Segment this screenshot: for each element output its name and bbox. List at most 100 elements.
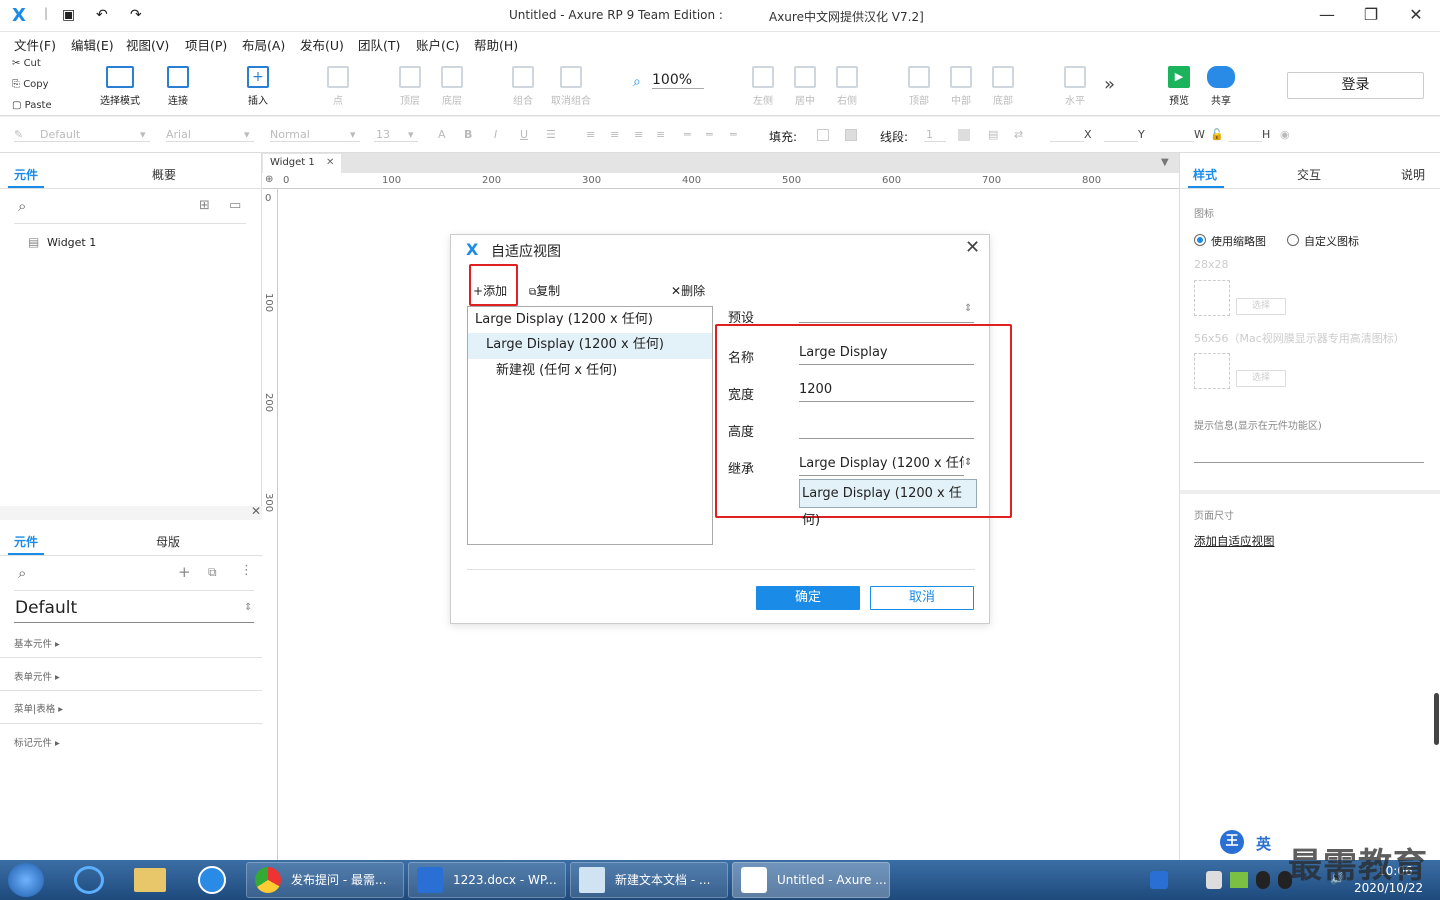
doc-tab-widget1[interactable]: Widget 1 ✕ (263, 154, 341, 173)
fill-gradient-swatch[interactable] (845, 129, 857, 141)
tray-app-icon[interactable] (1150, 871, 1168, 889)
valign-bottom-icon[interactable]: ═ (730, 128, 737, 141)
list-item[interactable]: 新建视 (任何 x 任何) (468, 359, 712, 385)
tab-widgets[interactable]: 元件 (14, 166, 38, 183)
close-tab-icon[interactable]: ✕ (326, 157, 334, 168)
section-menus-tables[interactable]: 菜单|表格 ▸ (14, 701, 63, 715)
tab-notes[interactable]: 说明 (1401, 166, 1425, 183)
add-adaptive-view-link[interactable]: 添加自适应视图 (1194, 533, 1275, 549)
radio-custom-icon[interactable] (1287, 234, 1299, 246)
bullet-list-icon[interactable]: ☰ (546, 128, 556, 141)
shield-icon[interactable] (1206, 871, 1222, 889)
add-library-icon[interactable]: + (178, 563, 191, 581)
tabs-dropdown-icon[interactable]: ▼ (1161, 157, 1169, 168)
search-icon[interactable]: ⌕ (18, 197, 26, 215)
distribute-horizontal-button[interactable]: 水平 (1058, 66, 1092, 107)
redo-icon[interactable]: ↷ (130, 7, 142, 23)
line-style-icon[interactable]: ▤ (988, 128, 998, 141)
insert-button[interactable]: + 插入 (236, 66, 280, 107)
menu-file[interactable]: 文件(F) (14, 35, 56, 54)
bottom-layer-button[interactable]: 底层 (434, 66, 470, 107)
valign-top-icon[interactable]: ═ (684, 128, 691, 141)
top-layer-button[interactable]: 顶层 (392, 66, 428, 107)
ime-language-toggle[interactable]: 英 (1256, 833, 1271, 854)
menu-help[interactable]: 帮助(H) (474, 35, 518, 54)
paste-button[interactable]: ▢ Paste (12, 100, 52, 111)
select-28-button[interactable]: 选择 (1236, 298, 1286, 315)
library-select[interactable]: Default (15, 598, 77, 618)
taskbar-item-axure[interactable]: Untitled - Axure ... (732, 862, 890, 898)
section-markup[interactable]: 标记元件 ▸ (14, 735, 60, 749)
close-icon[interactable]: ✕ (965, 237, 980, 258)
browser-icon[interactable] (198, 866, 226, 894)
align-middle-button[interactable]: 中部 (944, 66, 978, 107)
line-width-input[interactable]: 1 (926, 128, 933, 141)
width-input[interactable]: 1200 (799, 380, 974, 402)
more-chevron-icon[interactable]: » (1104, 74, 1115, 95)
ungroup-button[interactable]: 取消组合 (546, 66, 596, 107)
radio-use-thumbnail[interactable] (1194, 234, 1206, 246)
line-color-swatch[interactable] (958, 129, 970, 141)
minimize-icon[interactable]: — (1312, 5, 1342, 24)
list-item[interactable]: Large Display (1200 x 任何) (468, 308, 712, 334)
share-button[interactable]: 共享 (1204, 66, 1238, 107)
menu-view[interactable]: 视图(V) (126, 35, 169, 54)
x-input[interactable] (1050, 141, 1084, 142)
delete-view-button[interactable]: ✕删除 (671, 282, 705, 299)
folder-icon[interactable] (134, 868, 166, 892)
start-button-icon[interactable] (8, 863, 44, 897)
copy-view-button[interactable]: ⧉复制 (529, 282, 560, 299)
menu-team[interactable]: 团队(T) (358, 35, 400, 54)
tab-interactions[interactable]: 交互 (1297, 166, 1321, 183)
select-56-button[interactable]: 选择 (1236, 370, 1286, 387)
search-icon[interactable]: ⌕ (18, 564, 26, 582)
taskbar-item-notepad[interactable]: 新建文本文档 - ... (570, 862, 728, 898)
weight-select[interactable]: Normal (270, 128, 310, 141)
align-right-button[interactable]: 右侧 (830, 66, 864, 107)
close-icon[interactable]: ✕ (251, 504, 261, 518)
cancel-button[interactable]: 取消 (870, 586, 974, 610)
preset-select[interactable] (799, 322, 974, 323)
align-text-center-icon[interactable]: ≡ (610, 128, 619, 141)
connect-button[interactable]: 连接 (158, 66, 198, 107)
name-input[interactable]: Large Display (799, 343, 974, 365)
login-button[interactable]: 登录 (1287, 72, 1424, 99)
lock-icon[interactable]: 🔓 (1210, 128, 1224, 141)
valign-middle-icon[interactable]: ═ (706, 128, 713, 141)
menu-project[interactable]: 项目(P) (185, 35, 227, 54)
point-button[interactable]: 点 (320, 66, 356, 107)
taskbar-item-wps[interactable]: 1223.docx - WP... (408, 862, 566, 898)
bold-icon[interactable]: B (464, 128, 472, 141)
align-text-left-icon[interactable]: ≡ (586, 128, 595, 141)
w-input[interactable] (1160, 141, 1194, 142)
align-center-button[interactable]: 居中 (788, 66, 822, 107)
zoom-input[interactable]: 100% (652, 72, 704, 89)
ok-button[interactable]: 确定 (756, 586, 860, 610)
tree-item-widget1[interactable]: Widget 1 (47, 236, 96, 249)
select-mode-button[interactable]: 选择模式 (90, 66, 150, 107)
folder-icon[interactable]: ▭ (229, 198, 241, 213)
qq-icon[interactable] (1256, 871, 1270, 889)
library-options-icon[interactable]: ⧉ (208, 565, 217, 580)
font-color-icon[interactable]: A (438, 128, 446, 141)
maximize-icon[interactable]: ❐ (1356, 5, 1386, 24)
section-forms[interactable]: 表单元件 ▸ (14, 669, 60, 683)
font-select[interactable]: Arial (166, 128, 191, 141)
list-item-selected[interactable]: Large Display (1200 x 任何) (468, 333, 712, 359)
tooltip-input[interactable] (1194, 462, 1424, 463)
tab-style[interactable]: 样式 (1193, 166, 1217, 183)
y-input[interactable] (1104, 141, 1138, 142)
add-view-button[interactable]: +添加 (473, 282, 507, 299)
taskbar-item-chrome[interactable]: 发布提问 - 最需... (246, 862, 404, 898)
ime-logo-icon[interactable]: 王 (1220, 830, 1244, 854)
copy-button[interactable]: ⎘ Copy (12, 79, 49, 90)
height-input[interactable] (799, 417, 974, 439)
section-basic[interactable]: 基本元件 ▸ (14, 636, 60, 650)
menu-publish[interactable]: 发布(U) (300, 35, 344, 54)
align-top-button[interactable]: 顶部 (902, 66, 936, 107)
preview-button[interactable]: ▶ 预览 (1164, 66, 1194, 107)
add-page-icon[interactable]: ⊞ (199, 198, 210, 213)
inherit-select[interactable]: Large Display (1200 x 任何) (799, 454, 964, 476)
more-vertical-icon[interactable]: ⋮ (240, 563, 253, 578)
style-select[interactable]: Default (40, 128, 80, 141)
